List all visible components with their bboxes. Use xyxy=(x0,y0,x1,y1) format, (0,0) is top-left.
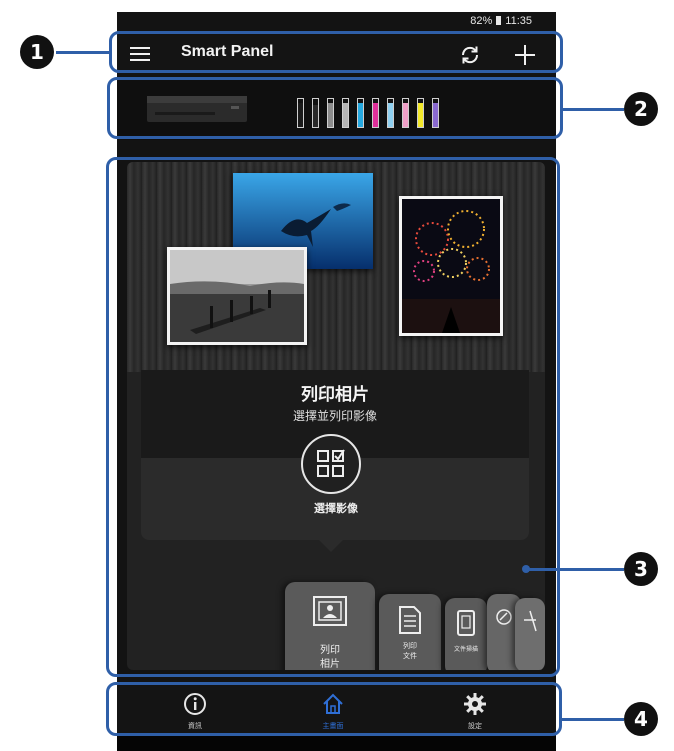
callout-badge-4: 4 xyxy=(624,702,658,736)
bottom-strip xyxy=(117,734,556,751)
leader-line-3 xyxy=(527,568,624,571)
leader-line-2 xyxy=(562,108,624,111)
callout-badge-1: 1 xyxy=(20,35,54,69)
callout-badge-2: 2 xyxy=(624,92,658,126)
clock: 11:35 xyxy=(505,15,532,27)
battery-icon xyxy=(496,16,502,25)
highlight-tab-bar xyxy=(106,682,562,736)
highlight-printer-bar xyxy=(107,77,563,139)
leader-line-1 xyxy=(56,51,110,54)
highlight-app-bar xyxy=(109,31,563,73)
leader-dot-3 xyxy=(522,565,530,573)
callout-badge-3: 3 xyxy=(624,552,658,586)
leader-line-4 xyxy=(562,718,624,721)
battery-percent: 82% xyxy=(470,15,493,27)
highlight-feature-panel xyxy=(106,157,560,677)
status-bar: 82% 11:35 xyxy=(117,12,556,30)
